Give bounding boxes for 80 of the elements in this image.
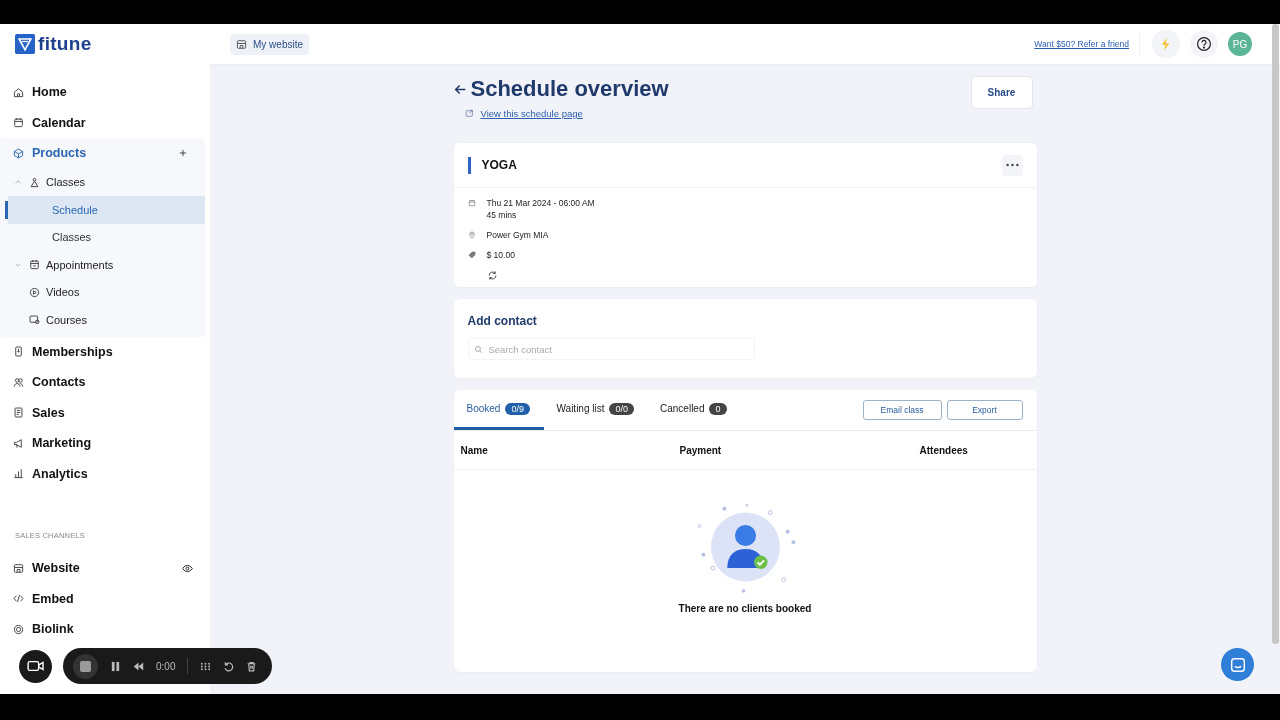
card-title: Add contact (467, 314, 538, 328)
people-icon (13, 376, 24, 388)
play-icon (29, 286, 40, 298)
column-header: Payment (679, 444, 723, 456)
receipt-icon (13, 407, 24, 419)
date-icon (467, 199, 476, 207)
card-icon (13, 346, 24, 358)
target-icon (13, 623, 24, 635)
help-button[interactable] (1190, 30, 1218, 58)
action-button[interactable]: Export (946, 400, 1023, 420)
detail-text: Power Gym MIA (486, 230, 549, 240)
class-title: YOGA (481, 158, 517, 172)
tab[interactable]: Waiting list 0/0 (543, 390, 647, 430)
more-button[interactable] (1001, 154, 1023, 176)
location-icon (467, 231, 476, 239)
sidebar-subitem[interactable]: Schedule (8, 196, 205, 224)
share-button[interactable]: Share (970, 76, 1033, 109)
logo-icon (15, 34, 35, 54)
chat-icon (1228, 655, 1247, 674)
more-icon (1005, 163, 1019, 167)
sidebar-item[interactable]: Products (0, 138, 205, 169)
grid-icon[interactable] (200, 660, 212, 672)
plus-icon (178, 148, 188, 159)
sidebar-item[interactable]: Analytics (0, 458, 210, 489)
sidebar-subitem[interactable]: Appointments (0, 251, 205, 279)
sidebar-subitem[interactable]: Courses (0, 306, 205, 334)
restart-icon[interactable] (223, 660, 235, 672)
sidebar-item[interactable]: Contacts (0, 367, 210, 398)
my-website-button[interactable]: My website (230, 33, 309, 55)
sidebar-item[interactable]: Marketing (0, 428, 210, 459)
page-title: Schedule overview (470, 76, 669, 102)
store-icon (13, 562, 24, 574)
rewind-icon[interactable] (133, 660, 144, 672)
sidebar-item[interactable]: Website (0, 553, 210, 584)
external-icon (464, 109, 474, 118)
scrollbar[interactable] (1272, 24, 1279, 644)
tab[interactable]: Cancelled 0 (647, 390, 740, 430)
pause-icon[interactable] (110, 660, 121, 672)
video-camera-icon (26, 659, 45, 673)
recurring-icon (486, 270, 498, 281)
code-icon (13, 593, 24, 605)
search-icon (473, 344, 483, 354)
sidebar-item[interactable]: Biolink (0, 614, 210, 645)
recording-time: 0:00 (156, 660, 176, 672)
back-arrow-icon[interactable] (453, 82, 467, 96)
sidebar-item[interactable]: Memberships (0, 336, 210, 367)
sidebar-item[interactable]: Home (0, 77, 210, 108)
megaphone-icon (13, 437, 24, 449)
column-header: Name (460, 444, 489, 456)
trash-icon[interactable] (246, 660, 258, 672)
column-header: Attendees (919, 444, 969, 456)
courses-icon (29, 314, 40, 326)
detail-text: Thu 21 Mar 2024 - 06:00 AM (486, 198, 595, 208)
search-field[interactable]: Search contact (467, 338, 755, 360)
sidebar-item[interactable]: Sales (0, 397, 210, 428)
help-icon (1196, 36, 1212, 52)
chat-button[interactable] (1221, 648, 1254, 681)
sidebar-subitem[interactable]: Videos (0, 278, 205, 306)
chart-icon (13, 468, 24, 480)
refer-link[interactable]: Want $50? Refer a friend (1034, 39, 1129, 49)
appointments-icon (29, 259, 40, 271)
home-icon (13, 86, 24, 98)
calendar-icon (13, 117, 24, 129)
stop-button[interactable] (73, 653, 98, 679)
empty-message: There are no clients booked (678, 603, 812, 614)
action-button[interactable]: Email class (862, 400, 942, 420)
price-icon (467, 251, 476, 259)
eye-icon (182, 562, 193, 574)
store-icon (236, 38, 247, 50)
logo-text: fitune (38, 33, 92, 55)
detail-text: $ 10.00 (486, 250, 515, 260)
sidebar-item[interactable]: Calendar (0, 107, 210, 138)
sidebar-subitem[interactable]: Classes (0, 168, 205, 196)
detail-text: 45 mins (486, 210, 518, 220)
sidebar-subitem[interactable]: Classes (8, 223, 205, 251)
tab[interactable]: Booked 0/9 (453, 390, 544, 430)
classes-icon (29, 176, 40, 188)
sidebar-item[interactable]: Embed (0, 583, 210, 614)
box-icon (13, 147, 24, 159)
view-page-link[interactable]: View this schedule page (480, 108, 583, 119)
